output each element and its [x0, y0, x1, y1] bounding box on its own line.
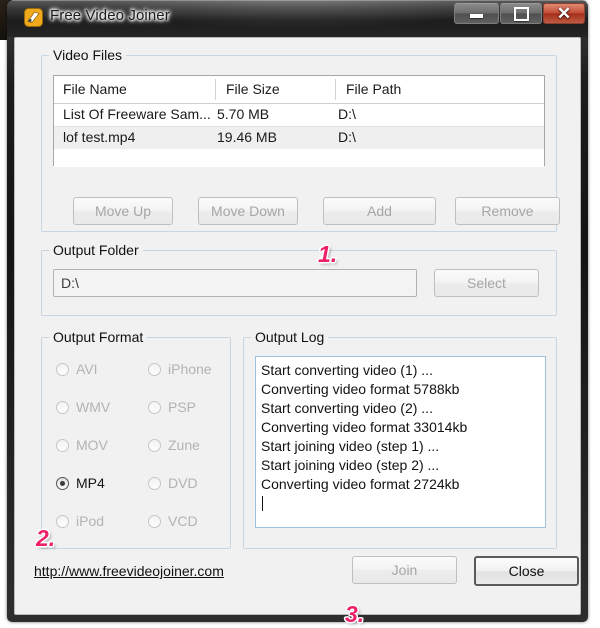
log-caret-line: [261, 494, 540, 513]
radio-icon-selected: [56, 476, 69, 490]
cell-file-name: List Of Freeware Sam...: [63, 106, 211, 122]
video-files-group: Video Files File Name File Size File Pat…: [41, 47, 560, 232]
radio-icon: [56, 438, 69, 452]
file-list-header: File Name File Size File Path: [54, 76, 544, 104]
text-cursor-icon: [262, 496, 263, 511]
output-log-group: Output Log Start converting video (1) ..…: [243, 329, 557, 549]
maximize-button[interactable]: [500, 3, 542, 24]
application-window: Free Video Joiner ✕ Video Files File Nam…: [7, 0, 588, 627]
radio-label: VCD: [168, 513, 198, 529]
radio-psp[interactable]: PSP: [148, 398, 196, 416]
output-log-textarea[interactable]: Start converting video (1) ... Convertin…: [255, 356, 546, 528]
output-folder-group-title: Output Folder: [49, 242, 143, 258]
radio-mp4[interactable]: MP4: [56, 474, 105, 492]
output-format-group: Output Format AVI WMV MOV MP4 iPod iPhon…: [41, 329, 231, 549]
radio-icon: [148, 362, 161, 376]
column-header-file-path[interactable]: File Path: [346, 81, 401, 97]
radio-dvd[interactable]: DVD: [148, 474, 198, 492]
close-icon: ✕: [556, 3, 572, 23]
join-button[interactable]: Join: [352, 556, 457, 584]
output-folder-input[interactable]: [53, 269, 417, 297]
move-up-button[interactable]: Move Up: [73, 197, 173, 225]
client-area: Video Files File Name File Size File Pat…: [14, 37, 581, 627]
output-log-group-title: Output Log: [251, 329, 329, 345]
radio-label: Zune: [168, 437, 200, 453]
move-down-button[interactable]: Move Down: [198, 197, 298, 225]
log-line: Converting video format 5788kb: [261, 381, 460, 397]
cell-file-path: D:\: [338, 106, 356, 122]
close-window-button[interactable]: ✕: [543, 3, 585, 24]
log-line: Converting video format 33014kb: [261, 419, 468, 435]
app-film-icon: [24, 8, 43, 27]
log-line: Converting video format 2724kb: [261, 476, 460, 492]
radio-icon: [56, 400, 69, 414]
cell-file-path: D:\: [338, 129, 356, 145]
select-folder-button[interactable]: Select: [434, 269, 539, 297]
close-button[interactable]: Close: [474, 556, 579, 586]
minimize-button[interactable]: [454, 3, 499, 24]
log-line: Start joining video (step 2) ...: [261, 457, 440, 473]
radio-icon: [56, 362, 69, 376]
radio-zune[interactable]: Zune: [148, 436, 200, 454]
radio-icon: [148, 400, 161, 414]
radio-iphone[interactable]: iPhone: [148, 360, 212, 378]
radio-avi[interactable]: AVI: [56, 360, 98, 378]
output-format-group-title: Output Format: [49, 329, 148, 345]
minimize-icon: [455, 4, 498, 23]
radio-label: AVI: [76, 361, 98, 377]
radio-label: iPod: [76, 513, 105, 529]
column-header-file-size[interactable]: File Size: [226, 81, 280, 97]
log-line: Start converting video (2) ...: [261, 400, 433, 416]
output-folder-group: Output Folder Select: [41, 242, 557, 316]
table-row[interactable]: lof test.mp4 19.46 MB D:\: [54, 126, 544, 149]
file-list-empty-area[interactable]: [54, 149, 544, 167]
radio-vcd[interactable]: VCD: [148, 512, 198, 530]
radio-wmv[interactable]: WMV: [56, 398, 110, 416]
maximize-icon: [501, 4, 541, 23]
cell-file-size: 19.46 MB: [217, 129, 277, 145]
window-title: Free Video Joiner: [50, 7, 170, 24]
log-line: Start converting video (1) ...: [261, 362, 433, 378]
table-row[interactable]: List Of Freeware Sam... 5.70 MB D:\: [54, 104, 544, 126]
radio-icon: [148, 514, 161, 528]
remove-button[interactable]: Remove: [455, 197, 560, 225]
radio-ipod[interactable]: iPod: [56, 512, 104, 530]
radio-label: PSP: [168, 399, 197, 415]
column-header-file-name[interactable]: File Name: [63, 81, 213, 97]
column-separator[interactable]: [215, 79, 216, 100]
add-button[interactable]: Add: [323, 197, 436, 225]
radio-label: MP4: [76, 475, 105, 491]
radio-label: MOV: [76, 437, 108, 453]
video-files-list[interactable]: File Name File Size File Path List Of Fr…: [53, 75, 545, 167]
column-separator[interactable]: [335, 79, 336, 100]
radio-label: WMV: [76, 399, 111, 415]
radio-icon: [56, 514, 69, 528]
radio-icon: [148, 438, 161, 452]
radio-label: DVD: [168, 475, 198, 491]
radio-mov[interactable]: MOV: [56, 436, 108, 454]
video-files-group-title: Video Files: [49, 47, 127, 63]
title-bar: Free Video Joiner ✕: [7, 0, 588, 37]
radio-icon: [148, 476, 161, 490]
radio-label: iPhone: [168, 361, 212, 377]
website-link[interactable]: http://www.freevideojoiner.com: [34, 563, 224, 579]
cell-file-size: 5.70 MB: [217, 106, 270, 122]
cell-file-name: lof test.mp4: [63, 129, 136, 145]
log-line: Start joining video (step 1) ...: [261, 438, 440, 454]
